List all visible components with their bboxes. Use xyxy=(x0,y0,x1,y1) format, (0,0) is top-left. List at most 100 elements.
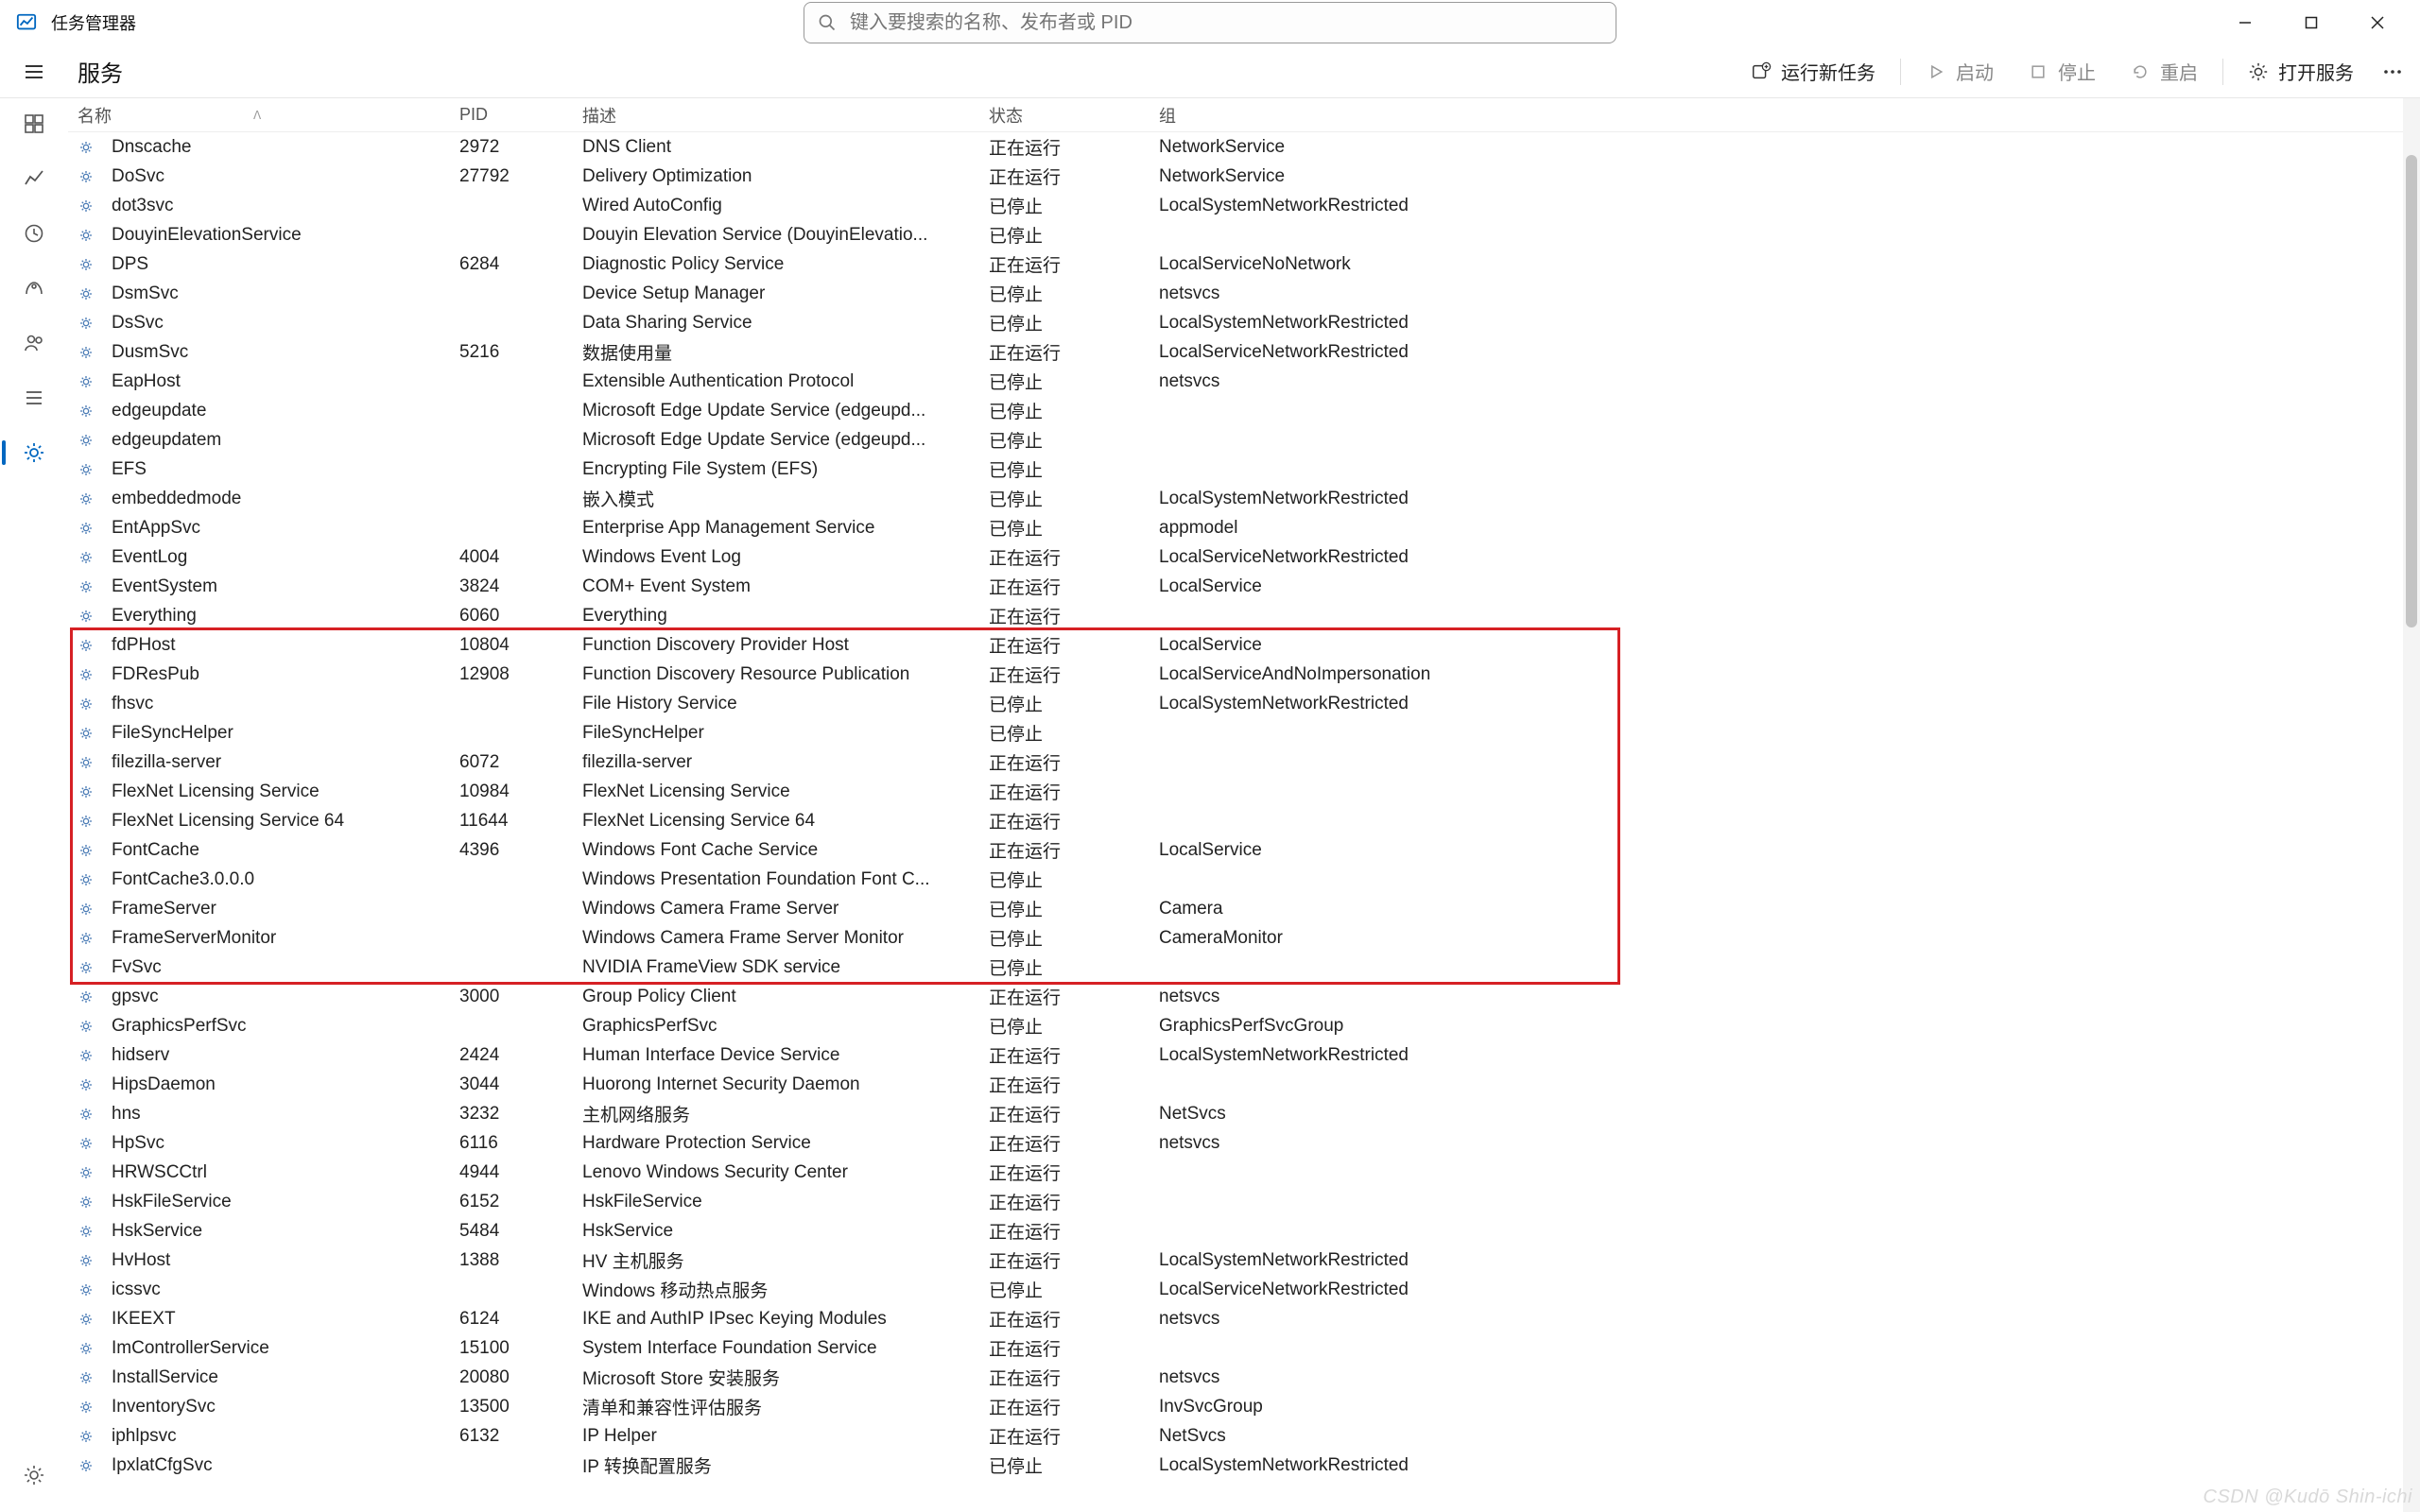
service-status: 已停止 xyxy=(989,369,1159,394)
service-row[interactable]: iphlpsvc6132IP Helper正在运行NetSvcs xyxy=(68,1421,2420,1451)
service-row[interactable]: IpxlatCfgSvcIP 转换配置服务已停止LocalSystemNetwo… xyxy=(68,1451,2420,1480)
service-group: LocalServiceNoNetwork xyxy=(1159,254,2420,275)
service-row[interactable]: HskFileService6152HskFileService正在运行 xyxy=(68,1187,2420,1216)
service-row[interactable]: gpsvc3000Group Policy Client正在运行netsvcs xyxy=(68,982,2420,1011)
service-row[interactable]: FontCache3.0.0.0Windows Presentation Fou… xyxy=(68,865,2420,894)
service-name: HpSvc xyxy=(112,1133,164,1154)
service-row[interactable]: GraphicsPerfSvcGraphicsPerfSvc已停止Graphic… xyxy=(68,1011,2420,1040)
service-row[interactable]: HpSvc6116Hardware Protection Service正在运行… xyxy=(68,1128,2420,1158)
service-status: 正在运行 xyxy=(989,1394,1159,1419)
service-row[interactable]: HskService5484HskService正在运行 xyxy=(68,1216,2420,1246)
service-row[interactable]: edgeupdatemMicrosoft Edge Update Service… xyxy=(68,425,2420,455)
service-name: embeddedmode xyxy=(112,489,241,509)
open-services-button[interactable]: 打开服务 xyxy=(2233,50,2369,93)
service-desc: IP 转换配置服务 xyxy=(582,1452,989,1478)
service-row[interactable]: dot3svcWired AutoConfig已停止LocalSystemNet… xyxy=(68,191,2420,220)
service-row[interactable]: FlexNet Licensing Service10984FlexNet Li… xyxy=(68,777,2420,806)
service-row[interactable]: EFSEncrypting File System (EFS)已停止 xyxy=(68,455,2420,484)
service-row[interactable]: FlexNet Licensing Service 6411644FlexNet… xyxy=(68,806,2420,835)
stop-button[interactable]: 停止 xyxy=(2013,50,2111,93)
service-row[interactable]: HvHost1388HV 主机服务正在运行LocalSystemNetworkR… xyxy=(68,1246,2420,1275)
service-row[interactable]: embeddedmode嵌入模式已停止LocalSystemNetworkRes… xyxy=(68,484,2420,513)
service-row[interactable]: DPS6284Diagnostic Policy Service正在运行Loca… xyxy=(68,249,2420,279)
service-row[interactable]: HipsDaemon3044Huorong Internet Security … xyxy=(68,1070,2420,1099)
column-status[interactable]: 状态 xyxy=(989,103,1159,128)
service-row[interactable]: DusmSvc5216数据使用量正在运行LocalServiceNetworkR… xyxy=(68,337,2420,367)
service-status: 正在运行 xyxy=(989,1335,1159,1361)
service-status: 已停止 xyxy=(989,398,1159,423)
column-pid[interactable]: PID xyxy=(459,105,582,125)
column-name[interactable]: 名称 xyxy=(78,103,112,128)
service-icon xyxy=(78,1018,95,1035)
start-button[interactable]: 启动 xyxy=(1910,50,2009,93)
service-row[interactable]: EntAppSvcEnterprise App Management Servi… xyxy=(68,513,2420,542)
service-row[interactable]: HRWSCCtrl4944Lenovo Windows Security Cen… xyxy=(68,1158,2420,1187)
column-group[interactable]: 组 xyxy=(1159,103,2420,128)
service-icon xyxy=(78,198,95,215)
run-new-task-button[interactable]: 运行新任务 xyxy=(1736,50,1891,93)
service-row[interactable]: edgeupdateMicrosoft Edge Update Service … xyxy=(68,396,2420,425)
service-status: 已停止 xyxy=(989,1452,1159,1478)
service-row[interactable]: ImControllerService15100System Interface… xyxy=(68,1333,2420,1363)
service-row[interactable]: EventLog4004Windows Event Log正在运行LocalSe… xyxy=(68,542,2420,572)
sidebar-settings[interactable] xyxy=(11,1455,57,1495)
service-name: HskService xyxy=(112,1221,202,1242)
service-name: filezilla-server xyxy=(112,752,221,773)
sidebar-startup[interactable] xyxy=(11,268,57,308)
service-row[interactable]: FrameServerMonitorWindows Camera Frame S… xyxy=(68,923,2420,953)
service-pid: 6152 xyxy=(459,1192,582,1212)
service-row[interactable]: fdPHost10804Function Discovery Provider … xyxy=(68,630,2420,660)
table-header[interactable]: 名称ᐱ PID 描述 状态 组 xyxy=(68,98,2420,132)
search-input[interactable] xyxy=(850,12,1602,34)
column-desc[interactable]: 描述 xyxy=(582,103,989,128)
service-group: LocalService xyxy=(1159,576,2420,597)
service-row[interactable]: hns3232主机网络服务正在运行NetSvcs xyxy=(68,1099,2420,1128)
nav-toggle-button[interactable] xyxy=(23,60,45,83)
service-row[interactable]: FDResPub12908Function Discovery Resource… xyxy=(68,660,2420,689)
minimize-button[interactable] xyxy=(2212,0,2278,45)
service-row[interactable]: Everything6060Everything正在运行 xyxy=(68,601,2420,630)
close-button[interactable] xyxy=(2344,0,2411,45)
service-row[interactable]: IKEEXT6124IKE and AuthIP IPsec Keying Mo… xyxy=(68,1304,2420,1333)
maximize-button[interactable] xyxy=(2278,0,2344,45)
service-row[interactable]: icssvcWindows 移动热点服务已停止LocalServiceNetwo… xyxy=(68,1275,2420,1304)
sidebar-app-history[interactable] xyxy=(11,214,57,253)
sidebar-performance[interactable] xyxy=(11,159,57,198)
service-row[interactable]: DsmSvcDevice Setup Manager已停止netsvcs xyxy=(68,279,2420,308)
service-group: NetworkService xyxy=(1159,137,2420,158)
divider xyxy=(2222,59,2223,85)
sidebar-services[interactable] xyxy=(11,433,57,472)
restart-button[interactable]: 重启 xyxy=(2115,50,2213,93)
service-row[interactable]: DoSvc27792Delivery Optimization正在运行Netwo… xyxy=(68,162,2420,191)
search-box[interactable] xyxy=(804,2,1616,43)
service-name: FDResPub xyxy=(112,664,199,685)
service-pid: 11644 xyxy=(459,811,582,832)
service-row[interactable]: EapHostExtensible Authentication Protoco… xyxy=(68,367,2420,396)
sidebar-processes[interactable] xyxy=(11,104,57,144)
service-row[interactable]: FrameServerWindows Camera Frame Server已停… xyxy=(68,894,2420,923)
service-icon xyxy=(78,227,95,244)
service-row[interactable]: FileSyncHelperFileSyncHelper已停止 xyxy=(68,718,2420,747)
service-row[interactable]: FvSvcNVIDIA FrameView SDK service已停止 xyxy=(68,953,2420,982)
service-row[interactable]: hidserv2424Human Interface Device Servic… xyxy=(68,1040,2420,1070)
service-row[interactable]: fhsvcFile History Service已停止LocalSystemN… xyxy=(68,689,2420,718)
more-button[interactable] xyxy=(2373,54,2412,90)
service-name: HskFileService xyxy=(112,1192,232,1212)
scrollbar[interactable] xyxy=(2403,98,2420,1512)
service-row[interactable]: InstallService20080Microsoft Store 安装服务正… xyxy=(68,1363,2420,1392)
service-row[interactable]: filezilla-server6072filezilla-server正在运行 xyxy=(68,747,2420,777)
service-row[interactable]: DsSvcData Sharing Service已停止LocalSystemN… xyxy=(68,308,2420,337)
service-row[interactable]: Dnscache2972DNS Client正在运行NetworkService xyxy=(68,132,2420,162)
sidebar-users[interactable] xyxy=(11,323,57,363)
service-row[interactable]: EventSystem3824COM+ Event System正在运行Loca… xyxy=(68,572,2420,601)
sidebar-details[interactable] xyxy=(11,378,57,418)
scrollbar-thumb[interactable] xyxy=(2406,155,2417,627)
service-group: LocalSystemNetworkRestricted xyxy=(1159,196,2420,216)
service-row[interactable]: FontCache4396Windows Font Cache Service正… xyxy=(68,835,2420,865)
service-row[interactable]: InventorySvc13500清单和兼容性评估服务正在运行InvSvcGro… xyxy=(68,1392,2420,1421)
service-row[interactable]: DouyinElevationServiceDouyin Elevation S… xyxy=(68,220,2420,249)
service-icon xyxy=(78,403,95,420)
service-group: LocalServiceNetworkRestricted xyxy=(1159,342,2420,363)
service-desc: Extensible Authentication Protocol xyxy=(582,371,989,392)
service-group: LocalServiceNetworkRestricted xyxy=(1159,1280,2420,1300)
